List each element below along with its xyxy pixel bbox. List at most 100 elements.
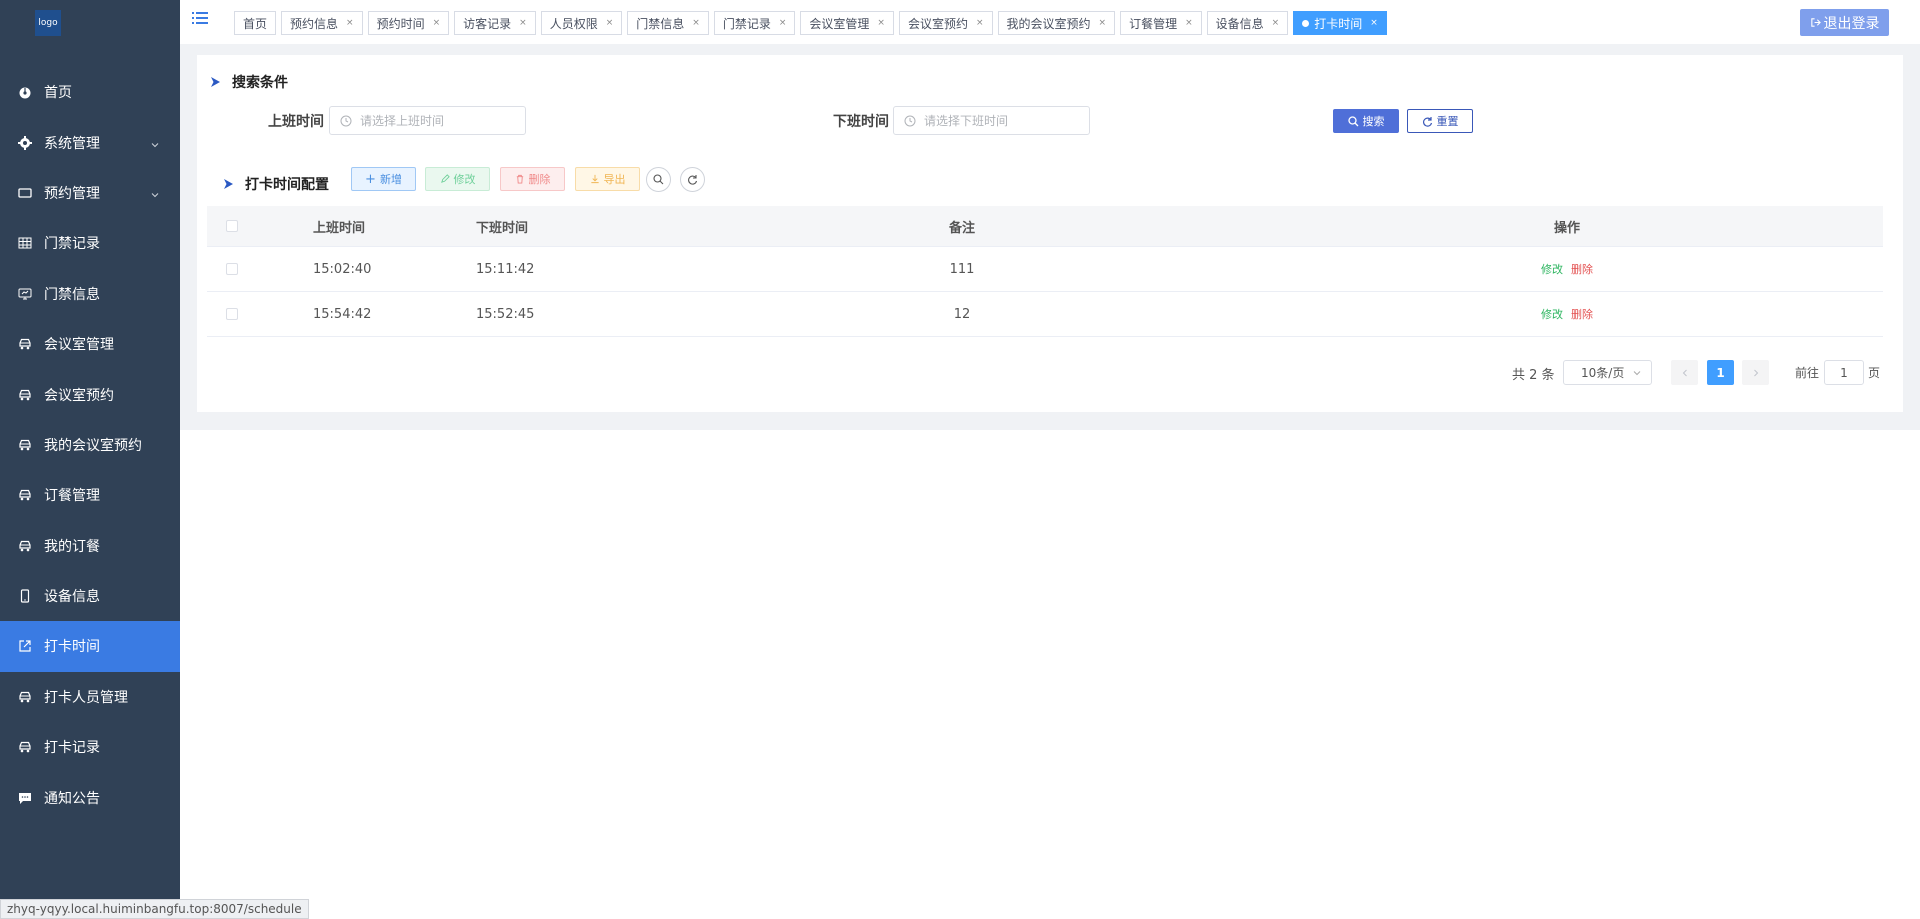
close-icon[interactable]: × <box>1370 18 1378 28</box>
sidebar-item[interactable]: 打卡记录 <box>0 722 180 772</box>
tag-label: 设备信息 <box>1215 16 1264 31</box>
close-icon[interactable]: × <box>1272 18 1280 28</box>
row-edit-link[interactable]: 修改 <box>1541 308 1563 321</box>
close-icon[interactable]: × <box>346 18 354 28</box>
prev-page-button[interactable] <box>1671 360 1698 385</box>
tag-item[interactable]: 会议室预约 × <box>898 11 993 35</box>
select-all-checkbox[interactable] <box>226 220 238 232</box>
close-icon[interactable]: × <box>692 18 700 28</box>
row-delete-link[interactable]: 删除 <box>1571 263 1593 276</box>
table-body: 15:02:40 15:11:42 111 修改 删除 15:54:42 15:52:45 1… <box>207 247 1883 337</box>
tag-label: 打卡时间 <box>1314 16 1363 31</box>
sidebar-item[interactable]: 门禁记录 <box>0 218 180 268</box>
sidebar-item[interactable]: 会议室管理 <box>0 319 180 369</box>
close-icon[interactable]: × <box>1185 18 1193 28</box>
sidebar-item[interactable]: 系统管理 <box>0 117 180 167</box>
row-edit-link[interactable]: 修改 <box>1541 263 1563 276</box>
toggle-search-button[interactable] <box>646 167 671 192</box>
close-icon[interactable]: × <box>606 18 614 28</box>
tag-item[interactable]: 打卡时间 × <box>1293 11 1387 35</box>
export-button-label: 导出 <box>603 173 626 186</box>
tag-item[interactable]: 会议室管理 × <box>800 11 894 35</box>
close-icon[interactable]: × <box>519 18 527 28</box>
tag-label: 人员权限 <box>549 16 598 31</box>
cell-start-time: 15:54:42 <box>313 306 372 322</box>
logout-button[interactable]: 退出登录 <box>1800 9 1889 36</box>
close-icon[interactable]: × <box>433 18 441 28</box>
export-button[interactable]: 导出 <box>575 167 640 191</box>
delete-button[interactable]: 删除 <box>500 167 565 191</box>
hamburger-icon[interactable] <box>192 10 208 26</box>
goto-page-input[interactable]: 1 <box>1824 360 1864 385</box>
car-icon <box>18 539 32 553</box>
tag-item[interactable]: 门禁记录 × <box>713 11 796 35</box>
edit-button[interactable]: 修改 <box>425 167 490 191</box>
search-icon <box>1347 115 1358 126</box>
close-icon[interactable]: × <box>976 18 984 28</box>
sidebar-item[interactable]: 会议室预约 <box>0 369 180 419</box>
active-dot-icon <box>1302 19 1310 27</box>
cell-operations: 修改 删除 <box>1527 261 1607 277</box>
tags-view: 首页 预约信息 × 预约时间 × 访客记录 × 人员权限 × 门禁信息 × 门禁记录 × 会议室管理 × 会议… <box>234 11 1392 35</box>
table-row: 15:54:42 15:52:45 12 修改 删除 <box>207 292 1883 337</box>
chevron-down-icon <box>150 138 160 148</box>
tag-item[interactable]: 门禁信息 × <box>627 11 709 35</box>
close-icon[interactable]: × <box>877 18 885 28</box>
sidebar-item[interactable]: 我的订餐 <box>0 521 180 571</box>
tag-item[interactable]: 首页 <box>234 11 277 35</box>
row-checkbox[interactable] <box>226 263 238 275</box>
refresh-icon <box>688 175 698 185</box>
row-delete-link[interactable]: 删除 <box>1571 308 1593 321</box>
sidebar-item[interactable]: 设备信息 <box>0 571 180 621</box>
tag-item[interactable]: 预约时间 × <box>367 11 450 35</box>
tag-label: 门禁信息 <box>636 16 685 31</box>
start-time-input[interactable]: 请选择上班时间 <box>329 106 526 135</box>
header-start-time: 上班时间 <box>313 220 366 236</box>
logo[interactable]: logo <box>35 10 61 36</box>
tag-item[interactable]: 预约信息 × <box>281 11 363 35</box>
sidebar-item[interactable]: 订餐管理 <box>0 470 180 520</box>
refresh-button[interactable] <box>680 167 705 192</box>
reset-button[interactable]: 重置 <box>1407 109 1473 133</box>
tag-item[interactable]: 订餐管理 × <box>1120 11 1202 35</box>
tag-item[interactable]: 我的会议室预约 × <box>997 11 1116 35</box>
page-size-select[interactable]: 10条/页 <box>1563 360 1652 385</box>
page-size-value: 10条/页 <box>1581 366 1625 380</box>
delete-button-label: 删除 <box>528 173 551 186</box>
close-icon[interactable]: × <box>1099 18 1107 28</box>
cell-end-time: 15:11:42 <box>476 261 535 277</box>
table-icon <box>18 236 32 250</box>
add-button[interactable]: + 新增 <box>351 167 416 191</box>
header-end-time: 下班时间 <box>476 220 529 236</box>
sidebar-item[interactable]: 我的会议室预约 <box>0 420 180 470</box>
row-checkbox[interactable] <box>226 308 238 320</box>
next-page-button[interactable] <box>1742 360 1769 385</box>
cell-start-time: 15:02:40 <box>313 261 372 277</box>
sidebar-item-label: 系统管理 <box>44 135 100 152</box>
browser-status-url: zhyq-yqyy.local.huiminbangfu.top:8007/sc… <box>0 899 309 919</box>
chevron-down-icon <box>150 188 160 198</box>
close-icon[interactable]: × <box>779 18 787 28</box>
table-row: 15:02:40 15:11:42 111 修改 删除 <box>207 247 1883 292</box>
screen-icon <box>18 287 32 301</box>
tag-item[interactable]: 设备信息 × <box>1206 11 1289 35</box>
sidebar-item[interactable]: 门禁信息 <box>0 269 180 319</box>
pagination-total: 共 2 条 <box>1512 368 1555 383</box>
tag-item[interactable]: 人员权限 × <box>540 11 623 35</box>
sidebar-item-label: 打卡时间 <box>44 639 100 656</box>
end-time-label: 下班时间 <box>833 114 889 130</box>
sidebar-item[interactable]: 打卡人员管理 <box>0 672 180 722</box>
search-button[interactable]: 搜索 <box>1333 109 1399 133</box>
tag-item[interactable]: 访客记录 × <box>454 11 536 35</box>
dashboard-icon <box>18 85 32 99</box>
sidebar-item[interactable]: 预约管理 <box>0 168 180 218</box>
page-number-current[interactable]: 1 <box>1707 360 1734 385</box>
reset-button-label: 重置 <box>1436 115 1459 128</box>
add-button-label: 新增 <box>379 173 402 186</box>
tag-label: 订餐管理 <box>1129 16 1178 31</box>
end-time-input[interactable]: 请选择下班时间 <box>893 106 1090 135</box>
sidebar-item[interactable]: 通知公告 <box>0 772 180 822</box>
sidebar-item[interactable]: 首页 <box>0 67 180 117</box>
sidebar-item[interactable]: 打卡时间 <box>0 621 180 672</box>
car-icon <box>18 488 32 502</box>
